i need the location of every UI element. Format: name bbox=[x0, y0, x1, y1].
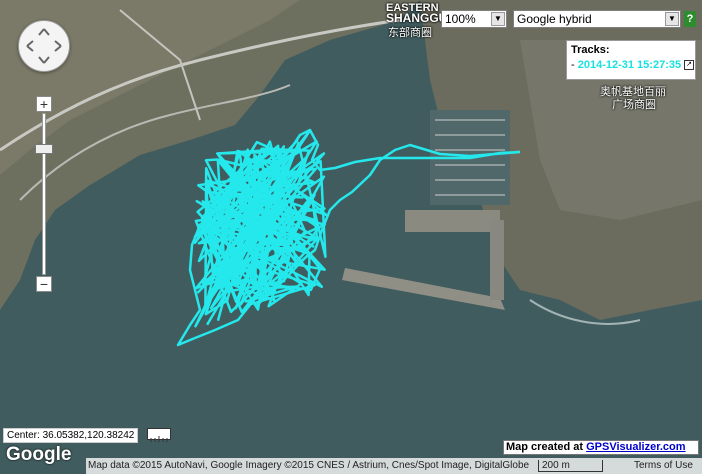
map-type-value: Google hybrid bbox=[517, 12, 592, 26]
map-credit: Map created at GPSVisualizer.com bbox=[503, 440, 699, 455]
zoom-level-value: 100% bbox=[445, 12, 476, 26]
track-name[interactable]: 2014-12-31 15:27:35 bbox=[578, 59, 681, 71]
zoom-slider-track[interactable] bbox=[42, 113, 46, 275]
attribution-bar: Map data ©2015 AutoNavi, Google Imagery … bbox=[86, 458, 702, 474]
tracks-legend: Tracks: - 2014-12-31 15:27:35 ↗ bbox=[566, 40, 696, 80]
map-type-select[interactable]: Google hybrid ▼ bbox=[513, 10, 681, 28]
google-logo: Google bbox=[6, 444, 72, 465]
ruler-icon[interactable] bbox=[147, 428, 171, 442]
terms-of-use-link[interactable]: Terms of Use bbox=[634, 458, 693, 474]
chevron-down-icon: ▼ bbox=[665, 12, 679, 26]
zoom-out-button[interactable]: − bbox=[36, 276, 52, 292]
pan-control[interactable] bbox=[18, 20, 70, 72]
center-coordinates: Center: 36.05382,120.38242 bbox=[3, 428, 139, 443]
scale-bar: 200 m bbox=[538, 460, 603, 472]
map-view[interactable]: EASTERN SHANGGU 东部商圈 奥帆基地百丽 广场商圈 + − 100… bbox=[0, 0, 702, 474]
help-icon[interactable]: ? bbox=[684, 11, 696, 27]
zoom-slider-handle[interactable] bbox=[35, 144, 53, 154]
chevron-down-icon: ▼ bbox=[491, 12, 505, 26]
track-bullet: - bbox=[571, 59, 578, 71]
pan-arrows-icon bbox=[26, 28, 62, 64]
map-attribution: Map data ©2015 AutoNavi, Google Imagery … bbox=[88, 460, 530, 471]
zoom-level-select[interactable]: 100% ▼ bbox=[441, 10, 507, 28]
external-link-icon[interactable]: ↗ bbox=[684, 60, 695, 71]
tracks-title: Tracks: bbox=[571, 44, 610, 56]
gpsvisualizer-link[interactable]: GPSVisualizer.com bbox=[586, 441, 685, 453]
zoom-in-button[interactable]: + bbox=[36, 96, 52, 112]
credit-prefix: Map created at bbox=[506, 441, 587, 453]
track-item[interactable]: - 2014-12-31 15:27:35 ↗ bbox=[571, 59, 695, 71]
